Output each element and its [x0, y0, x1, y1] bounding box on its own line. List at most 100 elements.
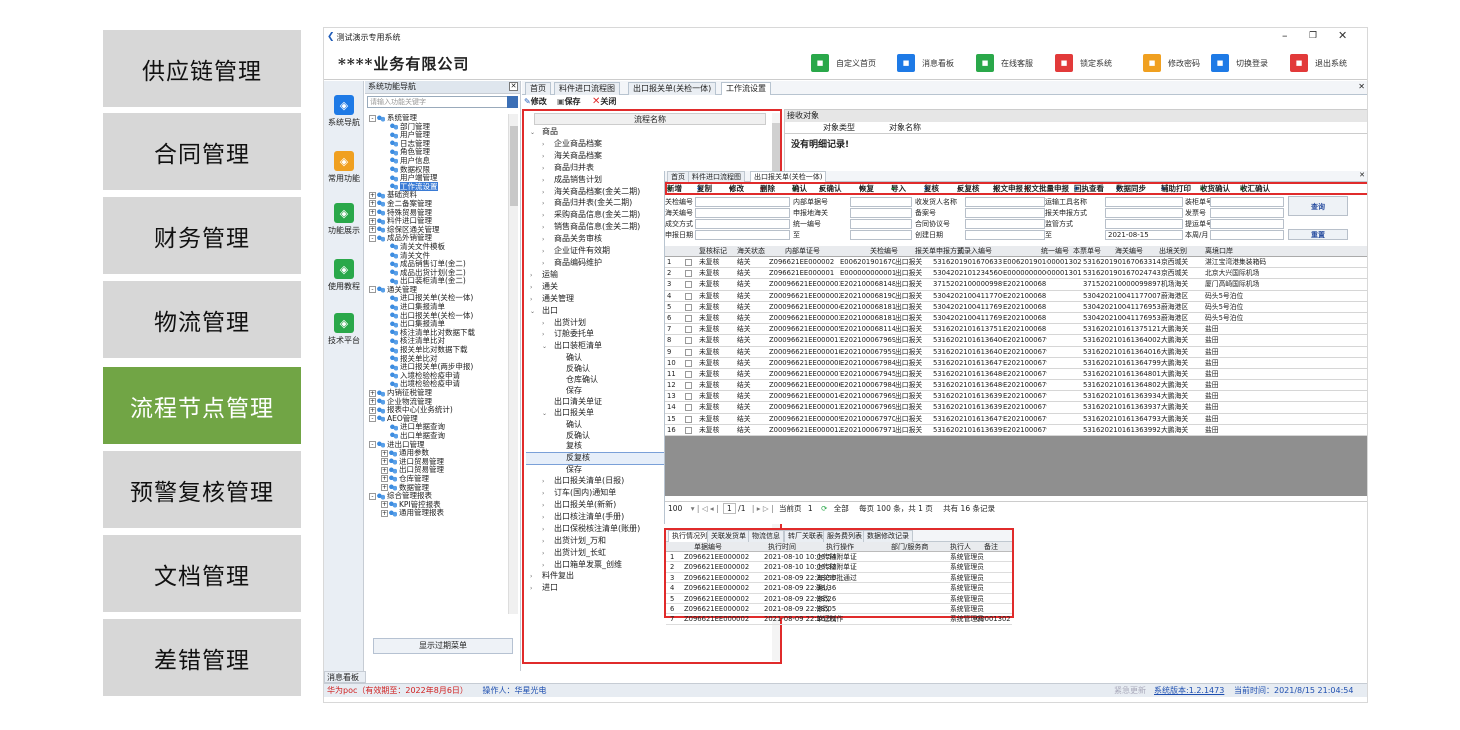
exec-tab-1[interactable]: 关联发货单	[707, 530, 750, 542]
arrow-icon[interactable]: ›	[542, 199, 554, 210]
table-row[interactable]: 11未复核结关Z00096621EE000007E202100067945964…	[665, 368, 1367, 381]
close-button[interactable]: ✕关闭	[592, 96, 616, 107]
sub-tab-0[interactable]: 首页	[667, 171, 689, 182]
arrow-icon[interactable]: ›	[530, 271, 542, 282]
search-icon[interactable]	[507, 96, 518, 108]
nav-close-icon[interactable]: ✕	[509, 82, 518, 91]
exec-col-4[interactable]: 执行人	[950, 542, 971, 552]
nav-item[interactable]: 日志管理	[367, 139, 507, 149]
page-input[interactable]: 1	[723, 503, 736, 514]
filter-input[interactable]	[965, 219, 1045, 229]
filter-input[interactable]	[965, 208, 1045, 218]
header-button-5[interactable]: ■ 切换登录	[1211, 54, 1268, 72]
exec-tab-2[interactable]: 物流信息	[748, 530, 784, 542]
arrow-icon[interactable]: ›	[542, 223, 554, 234]
nav-item[interactable]: 角色管理	[367, 148, 507, 157]
category-2[interactable]: 财务管理	[103, 197, 301, 274]
category-0[interactable]: 供应链管理	[103, 30, 301, 107]
sub-close-icon[interactable]: ✕	[1359, 171, 1365, 179]
arrow-icon[interactable]: ›	[542, 259, 554, 270]
exec-tab-3[interactable]: 转厂关联表	[784, 530, 827, 542]
grid-col-8[interactable]: 本票单号	[1073, 246, 1101, 257]
expand-toggle-icon[interactable]: +	[369, 191, 376, 199]
filter-input[interactable]: 2021-08-15	[1105, 230, 1183, 240]
category-7[interactable]: 差错管理	[103, 619, 301, 696]
arrow-icon[interactable]: ›	[542, 140, 554, 151]
exec-col-3[interactable]: 部门/服务商	[891, 542, 928, 552]
filter-input[interactable]	[695, 208, 790, 218]
main-tab-3[interactable]: 工作流设置	[721, 82, 771, 95]
category-3[interactable]: 物流管理	[103, 281, 301, 358]
filter-input[interactable]	[850, 219, 912, 229]
expand-toggle-icon[interactable]: +	[369, 209, 376, 217]
expand-toggle-icon[interactable]: +	[369, 226, 376, 234]
category-4[interactable]: 流程节点管理	[103, 367, 301, 444]
exec-col-0[interactable]: 单据编号	[694, 542, 722, 552]
header-button-2[interactable]: ■ 在线客服	[976, 54, 1033, 72]
arrow-icon[interactable]: ›	[542, 319, 554, 330]
grid-col-11[interactable]: 离境口岸	[1205, 246, 1233, 257]
iconbar-item-4[interactable]: ◈ 技术平台	[324, 313, 364, 346]
grid-col-1[interactable]: 复核标记	[699, 246, 727, 257]
table-row[interactable]: 8未复核结关Z00096621EE000011E2021000679695921…	[665, 335, 1367, 347]
expand-toggle-icon[interactable]: -	[369, 234, 376, 242]
iconbar-item-3[interactable]: ◈ 使用教程	[324, 259, 364, 292]
show-expired-menu-button[interactable]: 显示过期菜单	[373, 638, 513, 654]
nav-item[interactable]: + 出口贸易管理	[367, 466, 507, 475]
sub-tab-2[interactable]: 出口报关单(关检一体)	[750, 171, 827, 182]
header-button-1[interactable]: ■ 消息看板	[897, 54, 954, 72]
expand-toggle-icon[interactable]: +	[381, 509, 388, 517]
filter-input[interactable]	[850, 230, 912, 240]
arrow-icon[interactable]: ›	[542, 235, 554, 246]
expand-toggle-icon[interactable]: -	[369, 441, 376, 449]
arrow-icon[interactable]: ›	[542, 513, 554, 524]
iconbar-item-1[interactable]: ◈ 常用功能	[324, 151, 364, 184]
pager-nav-icons[interactable]: ▾ | ◁ ◂ |	[691, 504, 719, 513]
version-text[interactable]: 系统版本:1.2.1473	[1154, 684, 1224, 697]
table-row[interactable]: 6未复核结关Z00096621EE000003E2021000681813431…	[665, 312, 1367, 325]
edit-button[interactable]: ✎修改	[524, 96, 547, 107]
arrow-icon[interactable]: ›	[530, 295, 542, 306]
pager-next-icons[interactable]: | ▸ ▷ |	[752, 504, 774, 513]
expand-toggle-icon[interactable]: -	[369, 492, 376, 500]
nav-scrollbar[interactable]	[508, 114, 518, 614]
table-row[interactable]: 10未复核结关Z00096621EE000008E202100067984160…	[665, 357, 1367, 369]
filter-input[interactable]	[1210, 230, 1284, 240]
table-row[interactable]: 4未复核结关Z00096621EE000002E2021000681902541…	[665, 290, 1367, 302]
page-size-select[interactable]: 100	[668, 504, 682, 513]
all-label[interactable]: 全部	[834, 504, 849, 513]
arrow-icon[interactable]: ›	[542, 477, 554, 488]
refresh-icon[interactable]: ⟳	[821, 504, 827, 513]
save-button[interactable]: ▣保存	[557, 96, 581, 107]
table-row[interactable]: 7未复核结关Z00096621EE000005E2021000681148941…	[665, 324, 1367, 336]
filter-input[interactable]	[1105, 197, 1183, 207]
filter-input[interactable]	[695, 219, 790, 229]
grid-col-9[interactable]: 海关编号	[1115, 246, 1143, 257]
nav-item[interactable]: 部门管理	[367, 122, 507, 132]
category-1[interactable]: 合同管理	[103, 113, 301, 190]
exec-col-2[interactable]: 执行操作	[826, 542, 854, 552]
exec-row[interactable]: 7 Z096621EE000002 2021-08-09 22:36:51 单证制作系…	[666, 614, 1012, 625]
exec-row[interactable]: 5 Z096621EE000002 2021-08-09 22:38:26 修改 系统管…	[666, 594, 1012, 604]
arrow-icon[interactable]: ›	[542, 247, 554, 258]
exec-row[interactable]: 1 Z096621EE000002 2021-08-10 10:06:54 上传随附单…	[666, 552, 1012, 563]
table-row[interactable]: 16未复核结关Z00096621EE000012E202100067971020…	[665, 424, 1367, 436]
expand-toggle-icon[interactable]: +	[369, 217, 376, 225]
flow-item[interactable]: › 企业商品档案	[526, 139, 772, 151]
exec-row[interactable]: 6 Z096621EE000002 2021-08-09 22:38:05 修改 系统管…	[666, 604, 1012, 615]
grid-col-6[interactable]: 预录入编号	[957, 246, 992, 257]
exec-row[interactable]: 2 Z096621EE000002 2021-08-10 10:06:32 上传随附单…	[666, 562, 1012, 573]
restore-icon[interactable]: ❐	[1309, 31, 1317, 41]
header-button-0[interactable]: ■ 自定义首页	[811, 54, 876, 72]
sub-tab-1[interactable]: 料件进口流程图	[688, 171, 745, 182]
main-tab-1[interactable]: 料件进口流程图	[554, 82, 620, 95]
arrow-icon[interactable]: ›	[542, 501, 554, 512]
main-tab-2[interactable]: 出口报关单(关检一体)	[628, 82, 717, 95]
table-row[interactable]: 13未复核结关Z00096621EE000014E202100067969045…	[665, 391, 1367, 403]
flow-item[interactable]: › 海关商品档案	[526, 151, 772, 163]
arrow-icon[interactable]: ›	[542, 211, 554, 222]
nav-item[interactable]: + 通用管理报表	[367, 509, 507, 518]
arrow-icon[interactable]: ›	[542, 152, 554, 163]
arrow-icon[interactable]: ⌄	[530, 307, 542, 318]
table-row[interactable]: 9未复核结关Z00096621EE000010E2021000679590515…	[665, 346, 1367, 358]
